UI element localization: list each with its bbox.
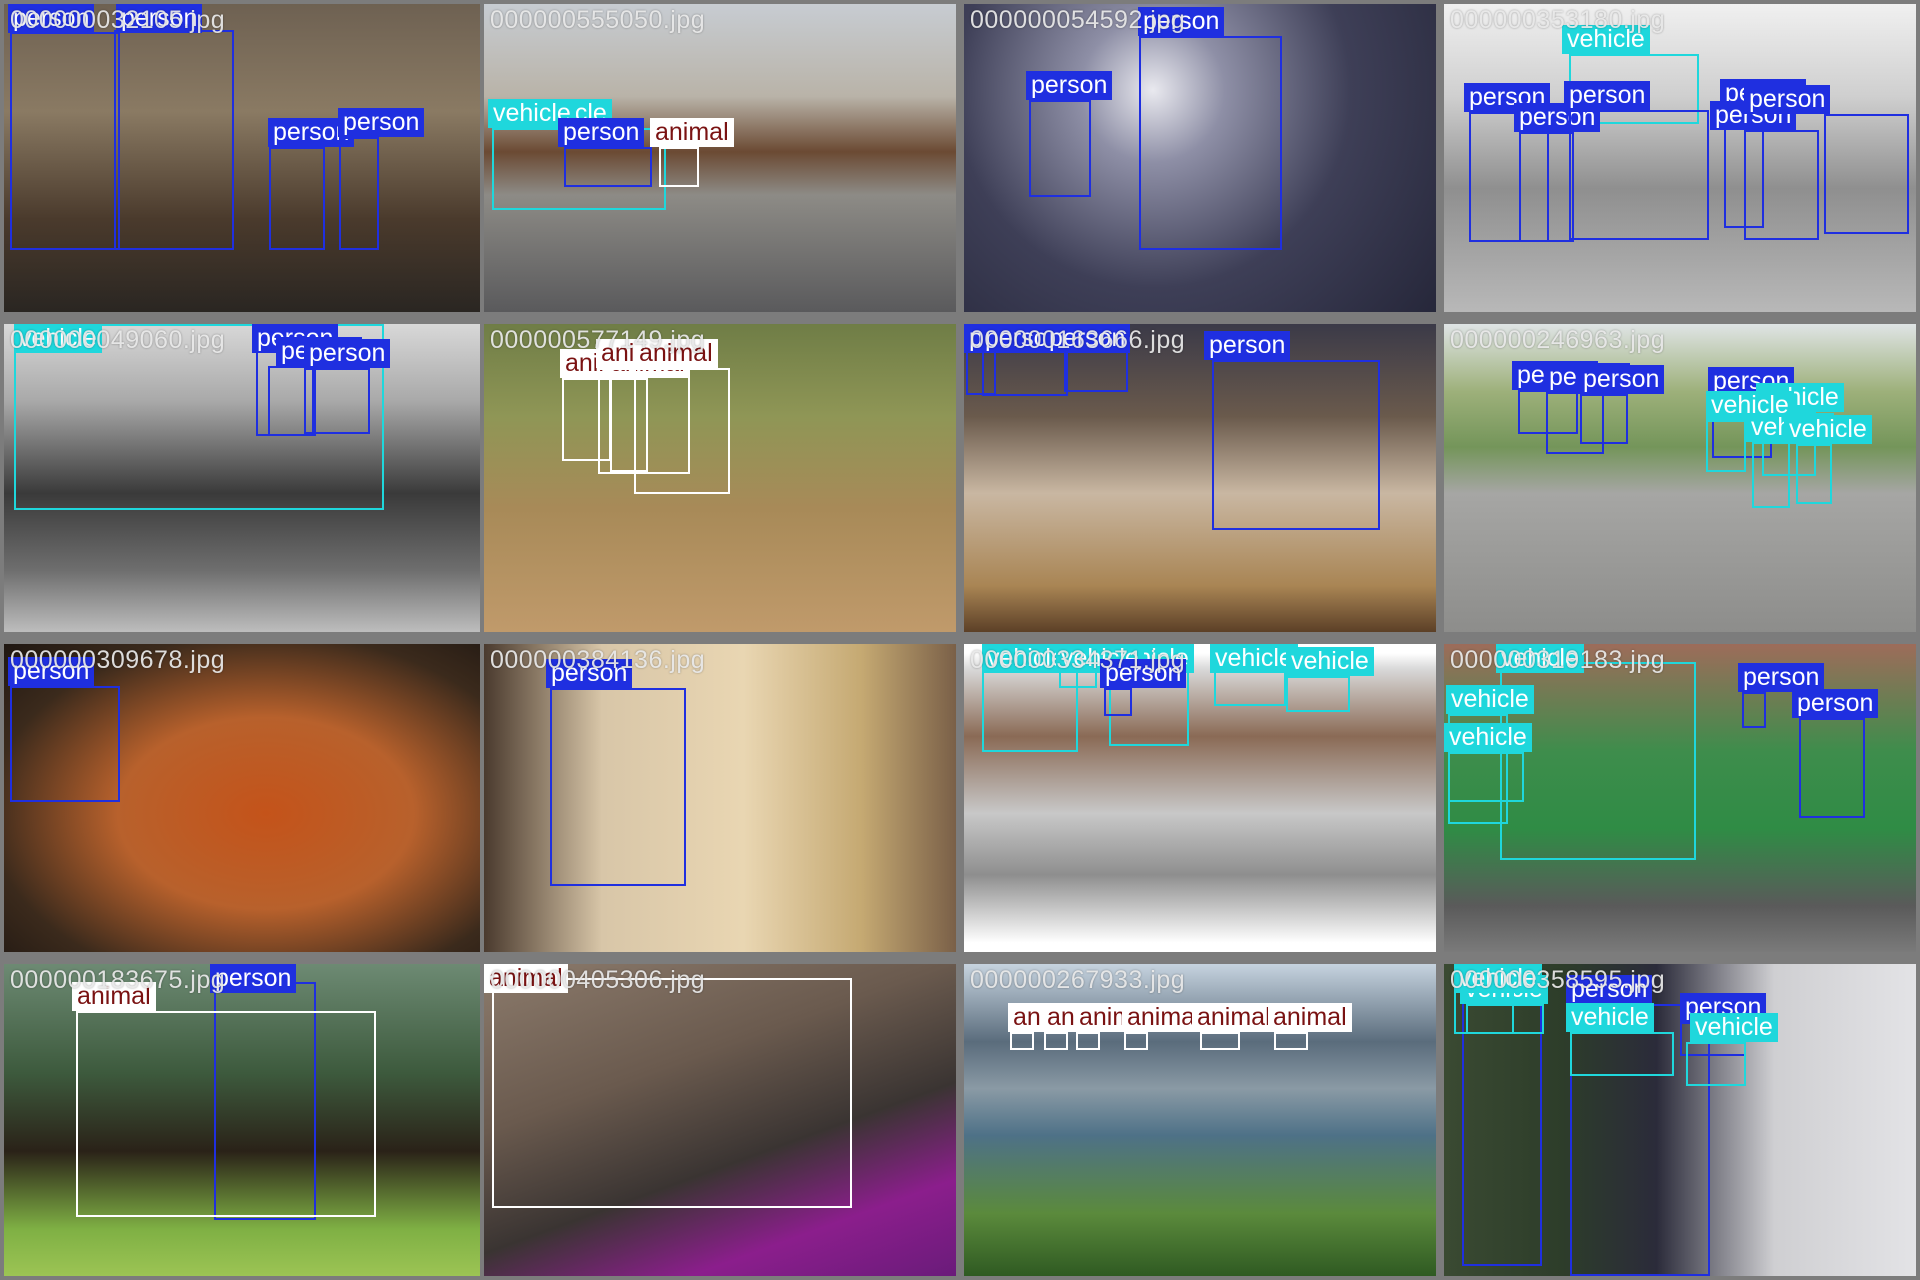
detection-box-animal <box>492 978 852 1208</box>
tile: animal 000000405306.jpg <box>484 964 956 1276</box>
tile-filename: 000000032105.jpg <box>10 6 226 34</box>
detection-box-vehicle <box>1570 1032 1674 1076</box>
tile: vehicle vehicle vehicle person person 0000003… <box>1444 644 1916 952</box>
tile: animalanimalanimalanimal000000577149.jpg <box>484 324 956 632</box>
tile: person 000000309678.jpg <box>4 644 480 952</box>
detection-label-person: person <box>338 108 425 137</box>
detection-label-vehicle: vehicle <box>1566 1003 1654 1032</box>
detection-box-animal <box>1200 1032 1240 1050</box>
detection-box-person <box>10 32 120 250</box>
detection-box-animal <box>1010 1032 1034 1050</box>
detection-label-animal: animal <box>650 118 734 147</box>
detection-box-person <box>269 147 325 250</box>
detection-label-person: person <box>304 339 391 368</box>
detection-label-animal: animal <box>1192 1003 1276 1032</box>
detection-label-vehicle: vehicle <box>1210 644 1298 673</box>
detection-mosaic: person person person person 000000032105.jpg… <box>0 0 1920 1280</box>
detection-label-person: person <box>1026 71 1113 100</box>
tile-filename: 000000577149.jpg <box>490 326 706 354</box>
detection-box-person <box>114 30 234 250</box>
tile-filename: 000000319183.jpg <box>1450 646 1666 674</box>
detection-box-person <box>304 368 370 434</box>
detection-label-person: person <box>558 118 645 147</box>
tile: person animal 000000183675.jpg <box>4 964 480 1276</box>
detection-box-vehicle <box>1796 444 1832 504</box>
tile-filename: 000000246963.jpg <box>1450 326 1666 354</box>
detection-label-person: person <box>1204 331 1291 360</box>
detection-label-vehicle: vehicle <box>1444 723 1532 752</box>
detection-box-animal <box>659 147 699 187</box>
tile-filename: 000000163666.jpg <box>970 326 1186 354</box>
detection-box-person <box>1104 688 1132 716</box>
tile-filename: 000000309678.jpg <box>10 646 226 674</box>
detection-label-vehicle: vehicle <box>1690 1013 1778 1042</box>
tile-filename: 000000405306.jpg <box>490 966 706 994</box>
detection-box-person <box>1799 718 1865 818</box>
detection-box-person <box>1569 110 1709 240</box>
detection-label-person: person <box>1792 689 1879 718</box>
tile-filename: 000000353180.jpg <box>1450 6 1666 34</box>
detection-box-animal <box>634 368 730 494</box>
tile-filename: 000000334371.jpg <box>970 646 1186 674</box>
detection-label-vehicle: vehicle <box>1286 647 1374 676</box>
tile: personpersonpersonperson000000163666.jpg <box>964 324 1436 632</box>
detection-box-person <box>339 137 379 250</box>
tile: personpersonpersonpersonvehiclevehicleve… <box>1444 324 1916 632</box>
tile-filename: 000000267933.jpg <box>970 966 1186 994</box>
detection-box-person <box>10 686 120 802</box>
detection-box-person <box>1519 132 1574 242</box>
detection-box-animal <box>1124 1032 1148 1050</box>
detection-box-person <box>1212 360 1380 530</box>
detection-box-person <box>1029 100 1091 197</box>
detection-box-animal <box>1076 1032 1100 1050</box>
tile-filename: 000000358595.jpg <box>1450 966 1666 994</box>
detection-box-person <box>1139 36 1282 250</box>
detection-box-animal <box>76 1011 376 1217</box>
detection-box-vehicle <box>1286 676 1350 712</box>
tile: personvehiclepersonvehiclepersonvehiclev… <box>1444 964 1916 1276</box>
detection-label-person: person <box>1738 663 1825 692</box>
detection-label-person: person <box>1564 81 1651 110</box>
detection-box-person <box>564 147 652 187</box>
detection-box-person <box>1744 130 1819 240</box>
tile-filename: 000000054592.jpg <box>970 6 1186 34</box>
tile-filename: 000000049060.jpg <box>10 326 226 354</box>
tile: vehicle vehicle vehicle vehicle vehicle perso… <box>964 644 1436 952</box>
detection-label-vehicle: vehicle <box>1446 685 1534 714</box>
tile: person person person person 000000032105.jpg <box>4 4 480 312</box>
tile: animalanimalanimalanimalanimalanimal0000… <box>964 964 1436 1276</box>
tile: vehiclepersonpersonpersonpersonpersonper… <box>1444 4 1916 312</box>
tile-filename: 000000183675.jpg <box>10 966 226 994</box>
detection-box-vehicle <box>1752 442 1790 508</box>
tile: vehiclevehiclepersonanimal000000555050.j… <box>484 4 956 312</box>
detection-label-animal: animal <box>1268 1003 1352 1032</box>
detection-label-person: person <box>1744 85 1831 114</box>
tile: vehiclepersonpersonperson000000049060.jp… <box>4 324 480 632</box>
detection-box-person <box>1580 394 1628 444</box>
tile: person 000000384136.jpg <box>484 644 956 952</box>
tile-filename: 000000555050.jpg <box>490 6 706 34</box>
detection-box-vehicle <box>1686 1042 1746 1086</box>
tile: person person 000000054592.jpg <box>964 4 1436 312</box>
detection-box-vehicle <box>1706 420 1746 472</box>
detection-box-animal <box>1044 1032 1068 1050</box>
detection-label-person: person <box>1578 365 1665 394</box>
tile-filename: 000000384136.jpg <box>490 646 706 674</box>
detection-label-vehicle: vehicle <box>1784 415 1872 444</box>
detection-box-person <box>1824 114 1909 234</box>
detection-box-animal <box>1274 1032 1308 1050</box>
detection-box-person <box>1742 692 1766 728</box>
detection-box-person <box>550 688 686 886</box>
detection-box-vehicle <box>1448 752 1524 802</box>
